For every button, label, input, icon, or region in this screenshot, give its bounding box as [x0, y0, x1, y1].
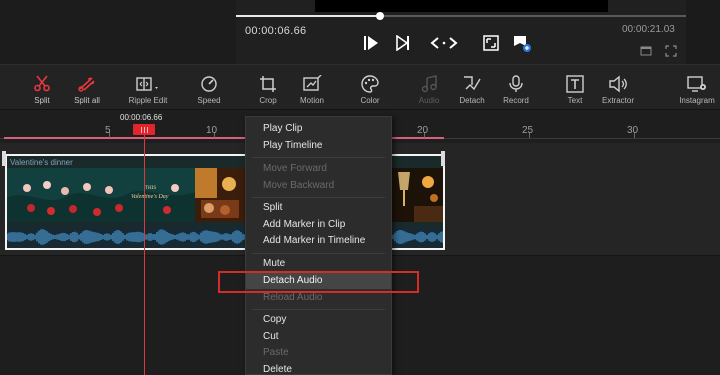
text-button[interactable]: Text	[562, 65, 588, 111]
audio-button[interactable]: Audio	[414, 65, 444, 111]
detach-icon	[460, 74, 484, 94]
media-panel	[0, 0, 236, 64]
text-icon	[563, 74, 587, 94]
seek-bar-played	[236, 15, 380, 17]
menu-separator	[252, 253, 385, 254]
speed-button[interactable]: Speed	[194, 65, 224, 111]
speed-label: Speed	[197, 96, 221, 105]
menu-item-cut[interactable]: Cut	[246, 329, 391, 345]
clip-thumbnail	[195, 168, 245, 222]
split-button[interactable]: Split	[29, 65, 55, 111]
seek-bar[interactable]	[236, 15, 686, 17]
playhead-line	[144, 135, 145, 375]
play-icon[interactable]	[360, 33, 382, 53]
ruler-label: 30	[627, 125, 639, 136]
next-frame-icon[interactable]	[392, 33, 414, 53]
extractor-button[interactable]: Extractor	[598, 65, 638, 111]
crop-label: Crop	[259, 96, 277, 105]
split-all-button[interactable]: Split all	[70, 65, 104, 111]
playhead-handle[interactable]	[133, 124, 155, 135]
motion-button[interactable]: Motion	[296, 65, 328, 111]
menu-item-delete[interactable]: Delete	[246, 362, 391, 375]
svg-text:THIS: THIS	[145, 186, 156, 191]
text-label: Text	[567, 96, 583, 105]
crop-button[interactable]: Crop	[254, 65, 282, 111]
record-button[interactable]: Record	[501, 65, 531, 111]
ruler-label: 10	[206, 125, 218, 136]
fit-screen-icon[interactable]	[480, 33, 502, 53]
detach-label: Detach	[459, 96, 485, 105]
menu-separator	[252, 157, 385, 158]
instagram-label: Instagram	[679, 96, 715, 105]
ruler-label: 25	[522, 125, 534, 136]
context-menu: Play Clip Play Timeline Move Forward Mov…	[245, 116, 392, 375]
pip-icon[interactable]	[640, 44, 652, 56]
microphone-icon	[504, 74, 528, 94]
video-preview-frame	[315, 0, 608, 12]
fullscreen-icon[interactable]	[665, 44, 677, 57]
menu-item-play-clip[interactable]: Play Clip	[246, 121, 391, 137]
audio-icon	[417, 74, 441, 94]
split-all-label: Split all	[74, 96, 100, 105]
extractor-label: Extractor	[601, 96, 634, 105]
jump-icon[interactable]	[424, 33, 464, 53]
audio-label: Audio	[418, 96, 440, 105]
instagram-icon	[685, 74, 709, 94]
motion-icon	[300, 74, 324, 94]
clip-thumbnail: THIS Valentine's Day	[7, 168, 195, 222]
menu-item-move-forward[interactable]: Move Forward	[246, 161, 391, 177]
clip-trim-handle-right[interactable]	[441, 151, 445, 166]
annotation-highlight-box	[218, 271, 419, 293]
ripple-edit-icon	[133, 74, 163, 94]
menu-separator	[252, 197, 385, 198]
menu-item-split[interactable]: Split	[246, 200, 391, 216]
ruler-label: 20	[417, 125, 429, 136]
ruler-label: 5	[105, 125, 111, 136]
speedometer-icon	[197, 74, 221, 94]
record-label: Record	[503, 96, 529, 105]
menu-item-add-marker-clip[interactable]: Add Marker in Clip	[246, 217, 391, 233]
extractor-icon	[606, 74, 630, 94]
ripple-edit-label: Ripple Edit	[128, 96, 168, 105]
split-label: Split	[34, 96, 50, 105]
menu-separator	[252, 309, 385, 310]
detach-button[interactable]: Detach	[456, 65, 488, 111]
menu-item-play-timeline[interactable]: Play Timeline	[246, 138, 391, 154]
snapshot-icon[interactable]	[511, 33, 533, 53]
crop-icon	[256, 74, 280, 94]
clip-title: Valentine's dinner	[10, 158, 73, 167]
instagram-button[interactable]: Instagram	[676, 65, 718, 111]
color-button[interactable]: Color	[356, 65, 384, 111]
clip-thumbnail	[392, 168, 443, 222]
clip-trim-handle-left[interactable]	[2, 151, 6, 166]
menu-item-paste[interactable]: Paste	[246, 345, 391, 361]
split-all-icon	[75, 74, 99, 94]
video-editor-window: 00:00:06.66 00:00:21.03 Split Split all …	[0, 0, 720, 375]
playhead-time: 00:00:06.66	[120, 113, 163, 122]
current-time: 00:00:06.66	[245, 25, 307, 37]
menu-item-mute[interactable]: Mute	[246, 256, 391, 272]
menu-item-add-marker-timeline[interactable]: Add Marker in Timeline	[246, 233, 391, 249]
color-label: Color	[360, 96, 380, 105]
menu-item-move-backward[interactable]: Move Backward	[246, 178, 391, 194]
scissors-icon	[30, 74, 54, 94]
menu-item-copy[interactable]: Copy	[246, 312, 391, 328]
palette-icon	[358, 74, 382, 94]
svg-text:Valentine's Day: Valentine's Day	[131, 194, 169, 200]
ripple-edit-button[interactable]: Ripple Edit	[126, 65, 170, 111]
seek-knob[interactable]	[376, 12, 384, 20]
edit-toolbar: Split Split all Ripple Edit Speed Crop M…	[0, 64, 720, 110]
preview-panel: 00:00:06.66 00:00:21.03	[0, 0, 720, 64]
motion-label: Motion	[299, 96, 324, 105]
total-time: 00:00:21.03	[622, 24, 675, 35]
